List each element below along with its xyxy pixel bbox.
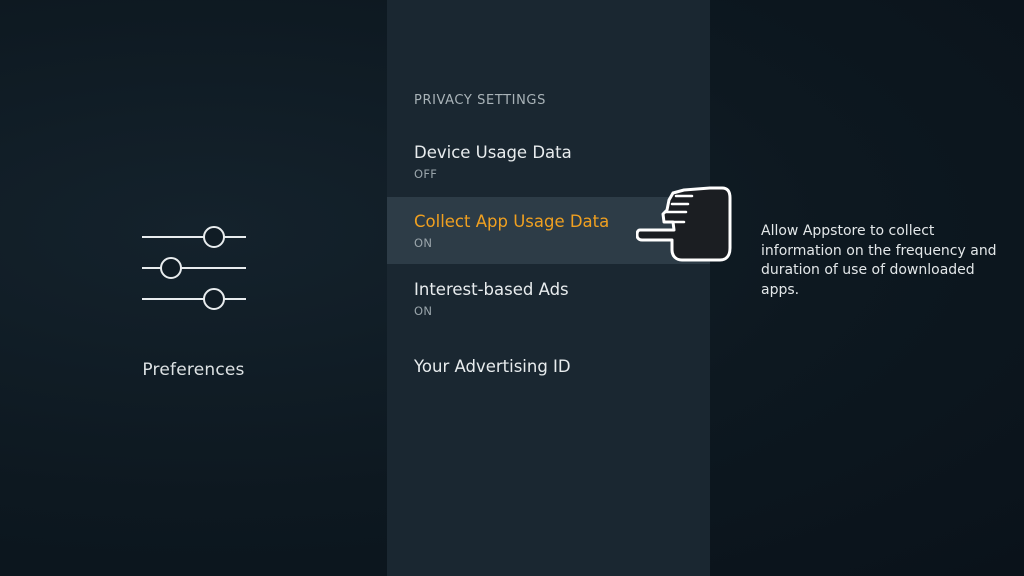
pointing-hand-icon: [636, 186, 732, 262]
menu-item-status: ON: [414, 236, 433, 250]
description-text: Allow Appstore to collect information on…: [761, 223, 997, 298]
menu-item-status: OFF: [414, 167, 438, 181]
category-panel: Preferences: [0, 0, 387, 576]
menu-item-status: ON: [414, 304, 433, 318]
menu-item-title: Your Advertising ID: [414, 357, 571, 376]
menu-item-your-advertising-id[interactable]: Your Advertising ID: [387, 340, 710, 407]
category-label: Preferences: [142, 360, 245, 380]
menu-item-title: Collect App Usage Data: [414, 212, 610, 231]
section-header: PRIVACY SETTINGS: [414, 93, 546, 108]
menu-item-title: Device Usage Data: [414, 143, 572, 162]
settings-panel: PRIVACY SETTINGS Device Usage Data OFF C…: [387, 0, 710, 576]
menu-item-title: Interest-based Ads: [414, 280, 569, 299]
menu-item-device-usage-data[interactable]: Device Usage Data OFF: [387, 128, 710, 195]
menu-item-interest-based-ads[interactable]: Interest-based Ads ON: [387, 266, 710, 333]
sliders-icon: [142, 226, 246, 310]
